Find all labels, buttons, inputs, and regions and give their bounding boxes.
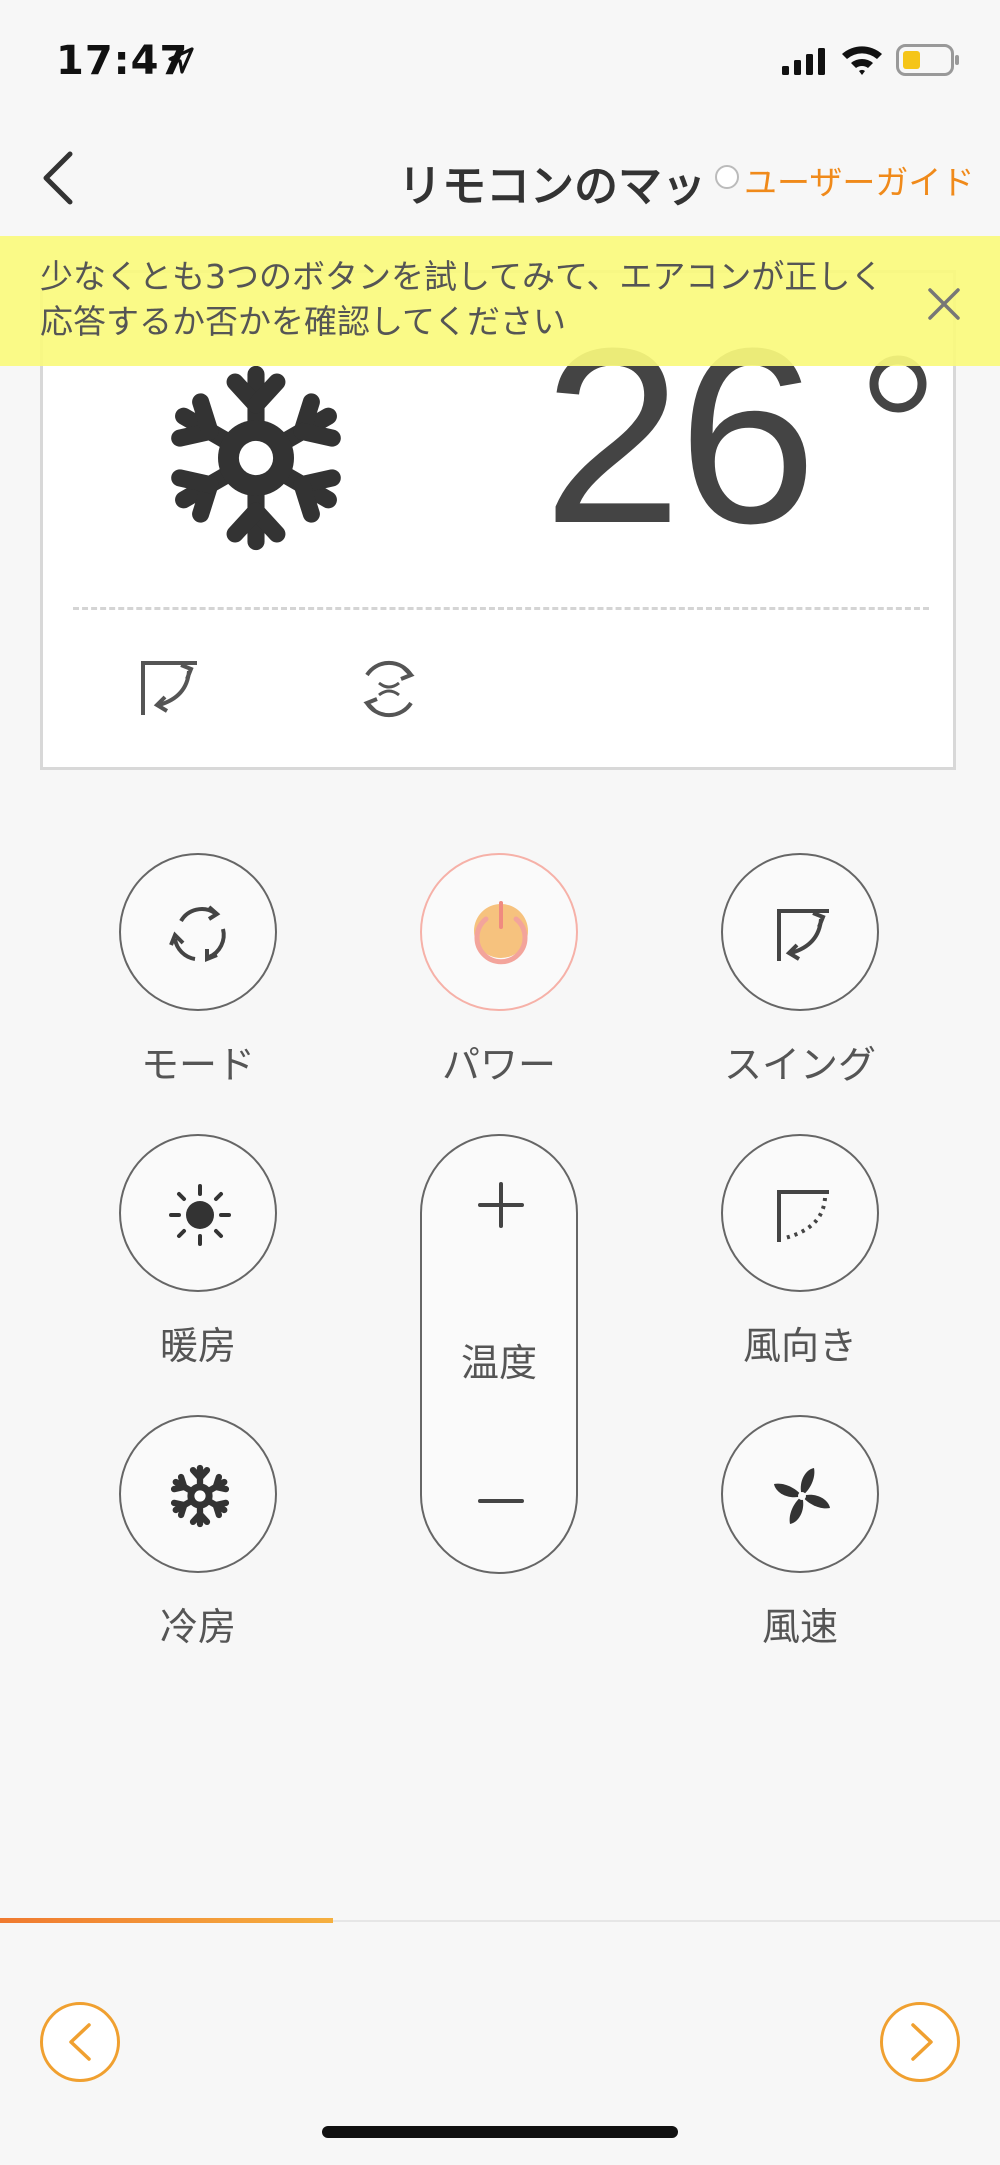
swing-icon xyxy=(777,909,829,961)
snowflake-icon xyxy=(165,1464,235,1531)
mode-button[interactable] xyxy=(119,853,277,1011)
next-button[interactable] xyxy=(880,2002,960,2082)
wifi-icon xyxy=(842,46,882,75)
power-label: パワー xyxy=(441,1043,556,1087)
chevron-right-icon xyxy=(911,2023,933,2061)
swing-label: スイング xyxy=(723,1043,876,1087)
swing-icon xyxy=(141,661,197,715)
previous-button[interactable] xyxy=(40,2002,120,2082)
wind-direction-button[interactable] xyxy=(721,1134,879,1292)
nav-bar: リモコンのマッ ユーザーガイド xyxy=(0,120,1000,236)
sun-icon xyxy=(169,1184,231,1246)
battery-icon xyxy=(896,44,959,76)
fan-speed-button[interactable] xyxy=(721,1415,879,1573)
heat-button[interactable] xyxy=(119,1134,277,1292)
snowflake-icon xyxy=(161,365,351,553)
location-arrow-icon xyxy=(168,47,194,74)
page-title: リモコンのマッ xyxy=(398,161,706,206)
fan-speed-label: 風速 xyxy=(761,1605,838,1649)
progress-fill xyxy=(0,1918,333,1923)
back-chevron-icon[interactable] xyxy=(30,146,94,210)
home-indicator xyxy=(322,2126,678,2138)
heat-label: 暖房 xyxy=(159,1324,236,1368)
fan-icon xyxy=(774,1468,830,1524)
mode-label: モード xyxy=(140,1043,255,1087)
user-guide-link[interactable]: ユーザーガイド xyxy=(744,156,974,204)
divider xyxy=(73,607,929,610)
cool-button[interactable] xyxy=(119,1415,277,1573)
close-icon[interactable] xyxy=(920,280,968,328)
chevron-left-icon xyxy=(69,2023,91,2061)
minus-icon[interactable] xyxy=(476,1476,526,1526)
hint-text: 少なくとも3つのボタンを試してみて、エアコンが正しく応答するか否かを確認してくだ… xyxy=(40,257,884,341)
plus-icon[interactable] xyxy=(476,1180,526,1230)
cellular-signal-icon xyxy=(782,48,825,75)
status-bar: 17:47 xyxy=(0,0,1000,120)
power-icon xyxy=(474,901,528,965)
wind-direction-icon xyxy=(777,1190,829,1242)
loading-dot-icon xyxy=(715,165,739,189)
temperature-label: 温度 xyxy=(460,1341,537,1385)
wind-direction-label: 風向き xyxy=(742,1324,857,1368)
power-button[interactable] xyxy=(420,853,578,1011)
temperature-control: 温度 xyxy=(420,1134,578,1574)
cool-label: 冷房 xyxy=(159,1605,236,1649)
fan-cycle-icon xyxy=(363,660,415,718)
hint-banner: 少なくとも3つのボタンを試してみて、エアコンが正しく応答するか否かを確認してくだ… xyxy=(0,236,1000,366)
mode-cycle-icon xyxy=(169,905,226,962)
swing-button[interactable] xyxy=(721,853,879,1011)
